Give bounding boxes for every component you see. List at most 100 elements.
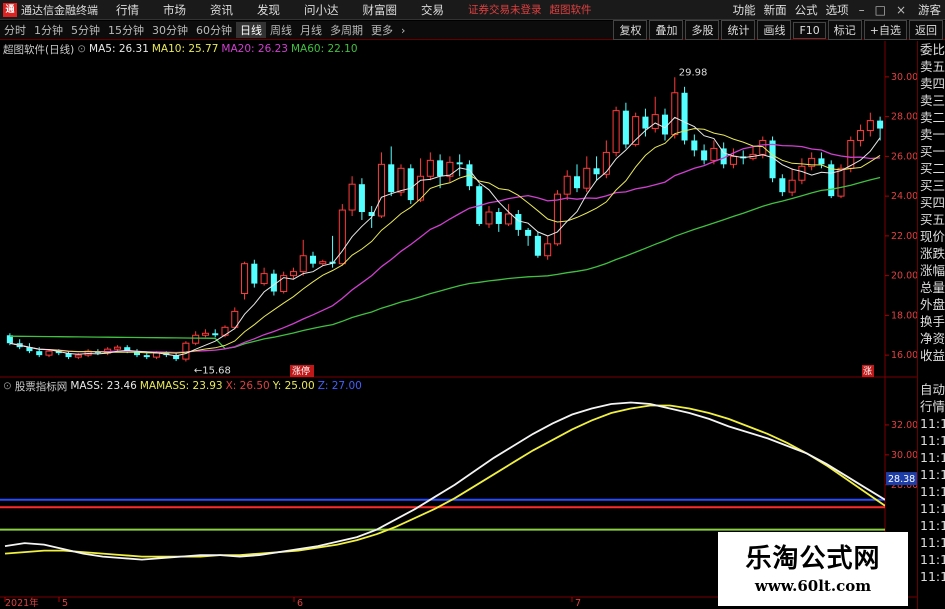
sidebar-item[interactable]: 11:19 bbox=[918, 500, 945, 517]
ma10-line bbox=[9, 128, 881, 354]
candle-body bbox=[270, 273, 277, 292]
candle-body bbox=[583, 167, 591, 189]
candle-body bbox=[612, 110, 620, 153]
sidebar-item[interactable]: 净资 bbox=[918, 330, 945, 347]
price-tick-label: 20.00 bbox=[891, 271, 918, 282]
sidebar-item[interactable]: 11:19 bbox=[918, 551, 945, 568]
ind-tick-label: 30.00 bbox=[891, 450, 918, 461]
candle-body bbox=[788, 179, 796, 193]
candle-body bbox=[671, 92, 679, 136]
sidebar-item[interactable]: 11:19 bbox=[918, 466, 945, 483]
ma60-line bbox=[9, 176, 881, 350]
sidebar-item[interactable]: 外盘 bbox=[918, 296, 945, 313]
sidebar-item[interactable]: 自动 bbox=[918, 381, 945, 398]
candle-body bbox=[642, 116, 649, 129]
candle-body bbox=[798, 165, 806, 181]
z-label: Z: 27.00 bbox=[317, 380, 362, 392]
candle-body bbox=[818, 158, 825, 165]
sidebar-item[interactable]: 11:19 bbox=[918, 449, 945, 466]
sidebar-item[interactable]: 买五 bbox=[918, 211, 945, 228]
sidebar-item[interactable]: 行情 bbox=[918, 398, 945, 415]
sidebar-item[interactable]: 11:19 bbox=[918, 517, 945, 534]
candle-body bbox=[388, 164, 395, 193]
candle-body bbox=[348, 183, 356, 211]
sidebar-item[interactable]: 买二 bbox=[918, 160, 945, 177]
price-tick-label: 26.00 bbox=[891, 151, 918, 162]
candle-body bbox=[563, 175, 571, 195]
current-value-text: 28.38 bbox=[888, 474, 915, 485]
candle-body bbox=[622, 110, 629, 145]
sidebar-item[interactable]: 11:19 bbox=[918, 483, 945, 500]
sidebar-item[interactable]: 11:18 bbox=[918, 415, 945, 432]
indicator-info-bar: ⊙ 股票指标网 MASS: 23.46 MAMASS: 23.93 X: 26.… bbox=[0, 379, 945, 393]
sidebar-item[interactable]: 卖一 bbox=[918, 126, 945, 143]
candle-body bbox=[837, 167, 845, 197]
ma5-label: MA5: 26.31 bbox=[89, 43, 149, 55]
sidebar-item[interactable]: 涨跌 bbox=[918, 245, 945, 262]
candle-body bbox=[201, 332, 209, 336]
candle-body bbox=[426, 159, 434, 177]
sidebar-item[interactable]: 卖三 bbox=[918, 92, 945, 109]
candle-body bbox=[759, 139, 767, 155]
sidebar-item[interactable]: 11:19 bbox=[918, 432, 945, 449]
sidebar-item[interactable] bbox=[918, 364, 945, 381]
candle-body bbox=[251, 263, 258, 284]
candle-body bbox=[661, 114, 669, 135]
candle-body bbox=[45, 350, 53, 356]
sidebar-item[interactable]: 卖五 bbox=[918, 58, 945, 75]
date-tick-label: 2021年 bbox=[5, 597, 39, 609]
candle-body bbox=[729, 155, 737, 165]
candle-body bbox=[319, 261, 327, 265]
candle-body bbox=[505, 213, 513, 225]
candle-body bbox=[192, 334, 200, 344]
sidebar-item[interactable]: 总量 bbox=[918, 279, 945, 296]
sidebar-item[interactable]: 换手 bbox=[918, 313, 945, 330]
candle-body bbox=[710, 147, 718, 161]
candle-body bbox=[358, 184, 365, 213]
moving-average-lines: 29.98 ←15.68 涨停 涨 bbox=[9, 67, 881, 377]
candle-body bbox=[877, 120, 884, 129]
ma20-label: MA20: 26.23 bbox=[221, 43, 288, 55]
date-tick-label: 6 bbox=[297, 598, 303, 609]
candle-body bbox=[36, 351, 43, 356]
chart-frame: 30.00 28.00 26.00 24.00 22.00 20.00 18.00 16.00… bbox=[0, 41, 918, 609]
settings-icon[interactable]: ⊙ bbox=[77, 43, 86, 55]
sidebar-item[interactable]: 买四 bbox=[918, 194, 945, 211]
sidebar-item[interactable]: 买三 bbox=[918, 177, 945, 194]
sidebar-item[interactable]: 买一 bbox=[918, 143, 945, 160]
sidebar-item[interactable]: 现价 bbox=[918, 228, 945, 245]
mamass-label: MAMASS: 23.93 bbox=[139, 380, 223, 392]
candle-body bbox=[602, 151, 610, 175]
x-label: X: 26.50 bbox=[225, 380, 270, 392]
candle-body bbox=[338, 209, 346, 265]
sidebar-item[interactable]: 卖四 bbox=[918, 75, 945, 92]
main-info-bar: 超图软件(日线) ⊙ MA5: 26.31 MA10: 25.77 MA20: … bbox=[0, 42, 945, 56]
watermark-title: 乐淘公式网 bbox=[745, 544, 881, 574]
sidebar-item[interactable]: 涨幅 bbox=[918, 262, 945, 279]
sidebar-item[interactable]: 委比 bbox=[918, 41, 945, 58]
candle-body bbox=[593, 168, 600, 175]
sidebar-item[interactable]: 11:19 bbox=[918, 568, 945, 585]
y-label: Y: 25.00 bbox=[272, 380, 315, 392]
candle-body bbox=[866, 120, 874, 132]
price-tick-label: 22.00 bbox=[891, 231, 918, 242]
mass-label: MASS: 23.46 bbox=[70, 380, 137, 392]
price-tick-label: 18.00 bbox=[891, 310, 918, 321]
candle-body bbox=[437, 160, 444, 177]
ma60-label: MA60: 22.10 bbox=[290, 43, 358, 55]
sidebar-item[interactable]: 收益 bbox=[918, 347, 945, 364]
candle-body bbox=[515, 214, 522, 230]
price-tick-label: 30.00 bbox=[891, 72, 918, 83]
settings-icon[interactable]: ⊙ bbox=[3, 380, 12, 392]
kline-chart[interactable]: 30.00 28.00 26.00 24.00 22.00 20.00 18.00 16.00… bbox=[0, 0, 945, 609]
limit-up-tag-text: 涨停 bbox=[292, 365, 310, 377]
limit-up-tag-text: 涨 bbox=[863, 366, 872, 377]
candle-body bbox=[495, 212, 502, 224]
candle-body bbox=[573, 176, 581, 189]
sidebar-item[interactable]: 11:19 bbox=[918, 534, 945, 551]
sidebar-item[interactable]: 卖二 bbox=[918, 109, 945, 126]
candle-body bbox=[143, 355, 150, 358]
high-price-annotation: 29.98 bbox=[679, 67, 708, 78]
candle-body bbox=[212, 333, 219, 336]
watermark-logo: 乐淘公式网 www.60lt.com bbox=[718, 532, 908, 606]
